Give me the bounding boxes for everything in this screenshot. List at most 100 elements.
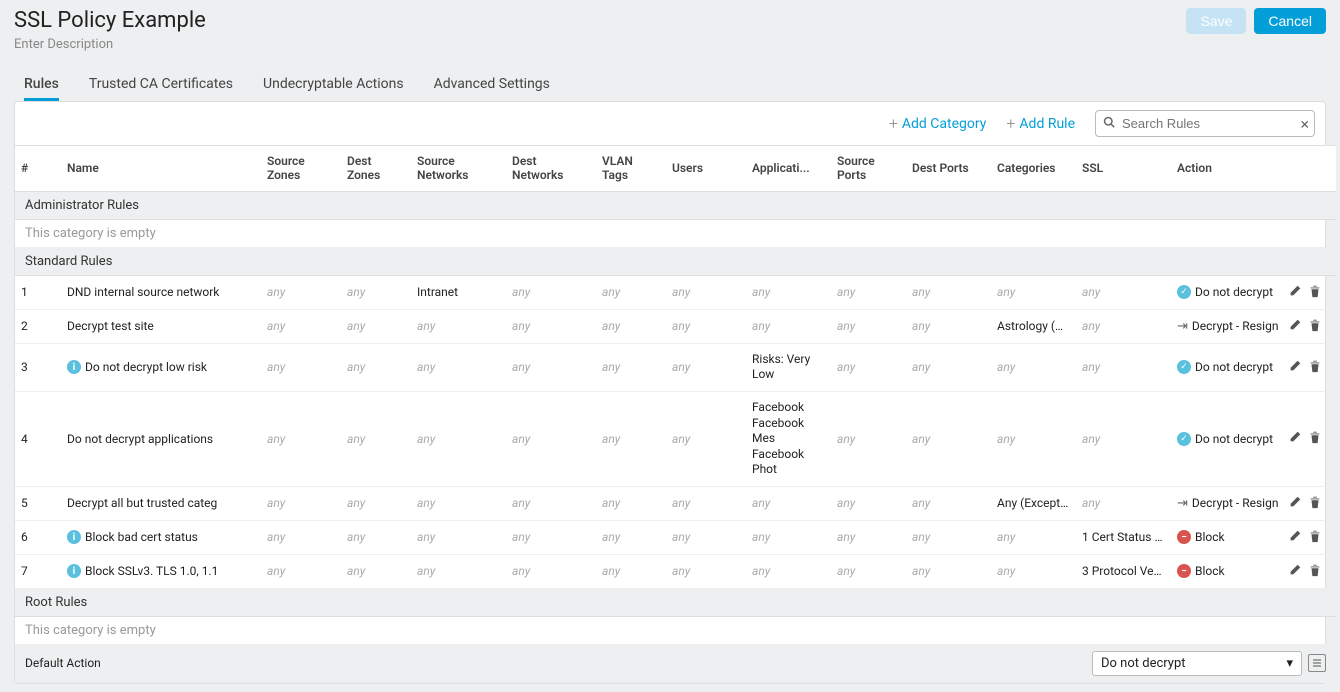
- delete-icon[interactable]: [1308, 430, 1322, 447]
- default-action-row: Default Action Do not decrypt ▾: [15, 644, 1336, 682]
- cell-categories: any: [991, 554, 1076, 588]
- edit-icon[interactable]: [1288, 563, 1302, 580]
- col-num[interactable]: #: [15, 146, 61, 192]
- cell-vlan: any: [596, 309, 666, 343]
- cell-ssl: any: [1076, 275, 1171, 309]
- rule-row[interactable]: 3 iDo not decrypt low risk any any any a…: [15, 343, 1336, 391]
- rule-row[interactable]: 7 iBlock SSLv3. TLS 1.0, 1.1 any any any…: [15, 554, 1336, 588]
- cell-vlan: any: [596, 275, 666, 309]
- cell-num: 2: [15, 309, 61, 343]
- default-action-select[interactable]: Do not decrypt ▾: [1092, 651, 1302, 676]
- info-icon[interactable]: i: [67, 530, 81, 544]
- cell-action: ✓Do not decrypt: [1171, 275, 1286, 309]
- cell-dest-networks: any: [506, 343, 596, 391]
- cell-vlan: any: [596, 486, 666, 520]
- cell-num: 7: [15, 554, 61, 588]
- add-rule-button[interactable]: + Add Rule: [1006, 116, 1075, 132]
- cell-applications: any: [746, 520, 831, 554]
- cell-users: any: [666, 554, 746, 588]
- edit-icon[interactable]: [1288, 495, 1302, 512]
- cell-src-zones: any: [261, 520, 341, 554]
- delete-icon[interactable]: [1308, 318, 1322, 335]
- save-button[interactable]: Save: [1186, 8, 1246, 34]
- col-users[interactable]: Users: [666, 146, 746, 192]
- cell-users: any: [666, 309, 746, 343]
- col-action[interactable]: Action: [1171, 146, 1286, 192]
- delete-icon[interactable]: [1308, 563, 1322, 580]
- col-vlan[interactable]: VLAN Tags: [596, 146, 666, 192]
- rules-table: # Name Source Zones Dest Zones Source Ne…: [15, 145, 1336, 683]
- table-header-row: # Name Source Zones Dest Zones Source Ne…: [15, 146, 1336, 192]
- col-src-zones[interactable]: Source Zones: [261, 146, 341, 192]
- add-category-button[interactable]: + Add Category: [889, 116, 987, 132]
- plus-icon: +: [1006, 116, 1015, 132]
- category-row: Administrator Rules: [15, 191, 1336, 219]
- cell-dest-networks: any: [506, 275, 596, 309]
- delete-icon[interactable]: [1308, 359, 1322, 376]
- clear-icon[interactable]: ×: [1300, 114, 1309, 133]
- col-src-networks[interactable]: Source Networks: [411, 146, 506, 192]
- rule-row[interactable]: 6 iBlock bad cert status any any any any…: [15, 520, 1336, 554]
- tab-advanced[interactable]: Advanced Settings: [434, 70, 550, 101]
- rule-row[interactable]: 2 Decrypt test site any any any any any …: [15, 309, 1336, 343]
- cell-dest-ports: any: [906, 343, 991, 391]
- cell-vlan: any: [596, 391, 666, 486]
- cell-users: any: [666, 391, 746, 486]
- tab-trusted-ca[interactable]: Trusted CA Certificates: [89, 70, 233, 101]
- cell-src-zones: any: [261, 554, 341, 588]
- col-categories[interactable]: Categories: [991, 146, 1076, 192]
- edit-icon[interactable]: [1288, 359, 1302, 376]
- tab-rules[interactable]: Rules: [24, 70, 59, 101]
- cell-action: ⇥Decrypt - Resign: [1171, 309, 1286, 343]
- add-rule-label: Add Rule: [1019, 116, 1075, 132]
- rule-row[interactable]: 4 Do not decrypt applications any any an…: [15, 391, 1336, 486]
- search-input[interactable]: [1095, 110, 1315, 137]
- cell-categories: any: [991, 343, 1076, 391]
- cell-src-networks: any: [411, 343, 506, 391]
- rule-row[interactable]: 1 DND internal source network any any In…: [15, 275, 1336, 309]
- description-placeholder[interactable]: Enter Description: [14, 37, 206, 52]
- tab-undecryptable[interactable]: Undecryptable Actions: [263, 70, 404, 101]
- cell-users: any: [666, 343, 746, 391]
- resign-icon: ⇥: [1177, 319, 1188, 334]
- delete-icon[interactable]: [1308, 495, 1322, 512]
- cell-src-zones: any: [261, 391, 341, 486]
- info-icon[interactable]: i: [67, 360, 81, 374]
- rule-row[interactable]: 5 Decrypt all but trusted categ any any …: [15, 486, 1336, 520]
- empty-category-row: This category is empty: [15, 219, 1336, 247]
- cell-ssl: 3 Protocol Versi: [1076, 554, 1171, 588]
- info-icon[interactable]: i: [67, 564, 81, 578]
- cell-num: 5: [15, 486, 61, 520]
- log-icon[interactable]: [1308, 654, 1326, 672]
- default-action-value: Do not decrypt: [1101, 656, 1186, 671]
- edit-icon[interactable]: [1288, 318, 1302, 335]
- delete-icon[interactable]: [1308, 284, 1322, 301]
- cell-dest-zones: any: [341, 275, 411, 309]
- cell-categories: any: [991, 520, 1076, 554]
- cell-src-networks: any: [411, 520, 506, 554]
- edit-icon[interactable]: [1288, 284, 1302, 301]
- cell-dest-networks: any: [506, 554, 596, 588]
- cell-users: any: [666, 486, 746, 520]
- col-src-ports[interactable]: Source Ports: [831, 146, 906, 192]
- col-dest-zones[interactable]: Dest Zones: [341, 146, 411, 192]
- cell-name: Decrypt test site: [61, 309, 261, 343]
- col-applications[interactable]: Applicati...: [746, 146, 831, 192]
- cell-name: DND internal source network: [61, 275, 261, 309]
- edit-icon[interactable]: [1288, 529, 1302, 546]
- cell-src-ports: any: [831, 275, 906, 309]
- cell-dest-zones: any: [341, 391, 411, 486]
- edit-icon[interactable]: [1288, 430, 1302, 447]
- cell-num: 3: [15, 343, 61, 391]
- cell-src-networks: any: [411, 486, 506, 520]
- plus-icon: +: [889, 116, 898, 132]
- cell-dest-zones: any: [341, 309, 411, 343]
- chevron-down-icon: ▾: [1286, 656, 1293, 671]
- delete-icon[interactable]: [1308, 529, 1322, 546]
- col-name[interactable]: Name: [61, 146, 261, 192]
- col-ssl[interactable]: SSL: [1076, 146, 1171, 192]
- col-dest-networks[interactable]: Dest Networks: [506, 146, 596, 192]
- cell-action: −Block: [1171, 520, 1286, 554]
- col-dest-ports[interactable]: Dest Ports: [906, 146, 991, 192]
- cancel-button[interactable]: Cancel: [1254, 8, 1326, 34]
